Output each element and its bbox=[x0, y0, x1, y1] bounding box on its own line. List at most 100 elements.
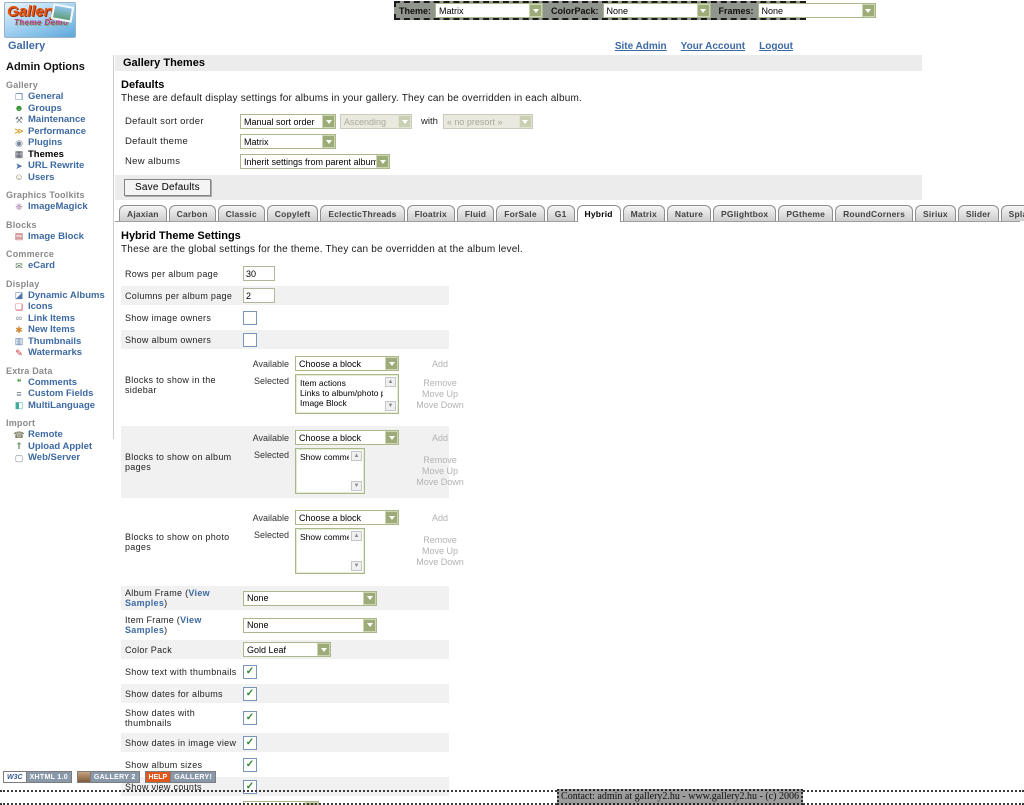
tab-slider[interactable]: Slider bbox=[958, 205, 999, 221]
show-album-owners-checkbox[interactable] bbox=[243, 333, 257, 347]
frames-select[interactable]: None bbox=[758, 3, 876, 18]
sidebar-item-url-rewrite[interactable]: ➤URL Rewrite bbox=[13, 160, 113, 172]
default-theme-select[interactable]: Matrix bbox=[240, 134, 336, 149]
sidebar-item-ecard[interactable]: ✉eCard bbox=[13, 260, 113, 272]
new-albums-select[interactable]: Inherit settings from parent album bbox=[240, 154, 390, 169]
nav-link-your-account[interactable]: Your Account bbox=[681, 41, 745, 52]
colorpack-select[interactable]: None bbox=[603, 3, 711, 18]
show-album-sizes-checkbox[interactable]: ✓ bbox=[243, 758, 257, 772]
sidebar-item-icons[interactable]: ❏Icons bbox=[13, 301, 113, 313]
sidebar-item-groups[interactable]: ☻Groups bbox=[13, 103, 113, 115]
sidebar-item-performance[interactable]: ≫Performance bbox=[13, 126, 113, 138]
sidebar-item-web-server[interactable]: ▢Web/Server bbox=[13, 452, 113, 464]
move-up-link[interactable]: Move Up bbox=[409, 389, 471, 399]
scroll-up-icon[interactable]: ▲ bbox=[351, 531, 362, 541]
sidebar-item-image-block[interactable]: ▤Image Block bbox=[13, 231, 113, 243]
move-down-link[interactable]: Move Down bbox=[409, 400, 471, 410]
sidebar-item-remote[interactable]: ☎Remote bbox=[13, 429, 113, 441]
sidebar-item-imagemagick[interactable]: ❈ImageMagick bbox=[13, 201, 113, 213]
sidebar-item-general[interactable]: ❐General bbox=[13, 91, 113, 103]
sidebar-item-dynamic-albums[interactable]: ◪Dynamic Albums bbox=[13, 290, 113, 302]
remove-link[interactable]: Remove bbox=[409, 455, 471, 465]
scroll-up-icon[interactable]: ▲ bbox=[385, 377, 396, 387]
show-dates-for-albums-checkbox[interactable]: ✓ bbox=[243, 687, 257, 701]
tab-hybrid[interactable]: Hybrid bbox=[577, 205, 621, 222]
item-frame-select[interactable]: None bbox=[243, 618, 377, 633]
tab-forsale[interactable]: ForSale bbox=[496, 205, 545, 221]
tab-ajaxian[interactable]: Ajaxian bbox=[119, 205, 167, 221]
remove-link[interactable]: Remove bbox=[409, 378, 471, 388]
gallery2-badge[interactable]: GALLERY 2 bbox=[77, 771, 140, 783]
tab-roundcorners[interactable]: RoundCorners bbox=[835, 205, 913, 221]
scroll-down-icon[interactable]: ▼ bbox=[385, 401, 396, 411]
list-item[interactable]: Show comments bbox=[300, 532, 349, 542]
tab-pglightbox[interactable]: PGlightbox bbox=[713, 205, 776, 221]
move-down-link[interactable]: Move Down bbox=[409, 557, 471, 567]
tab-pgtheme[interactable]: PGtheme bbox=[778, 205, 833, 221]
blocks-to-show-on-photo-pages-listbox[interactable]: Show comments▲ ▼ bbox=[295, 528, 365, 574]
add-link[interactable]: Add bbox=[409, 513, 471, 523]
show-dates-in-image-view-checkbox[interactable]: ✓ bbox=[243, 736, 257, 750]
tab-siriux[interactable]: Siriux bbox=[915, 205, 956, 221]
sidebar-item-upload-applet[interactable]: ⇑Upload Applet bbox=[13, 441, 113, 453]
columns-per-album-page-input[interactable] bbox=[243, 288, 275, 303]
tab-fluid[interactable]: Fluid bbox=[457, 205, 494, 221]
list-item[interactable]: Show comments bbox=[300, 452, 349, 462]
tab-splatbang[interactable]: Splatbang bbox=[1001, 205, 1024, 221]
tab-g1[interactable]: G1 bbox=[547, 205, 575, 221]
sort-direction-select[interactable]: Ascending bbox=[340, 114, 412, 129]
sidebar-item-new-items[interactable]: ✱New Items bbox=[13, 324, 113, 336]
breadcrumb-gallery[interactable]: Gallery bbox=[8, 40, 45, 52]
show-text-with-thumbnails-checkbox[interactable]: ✓ bbox=[243, 665, 257, 679]
sidebar-item-link-items[interactable]: ∞Link Items bbox=[13, 313, 113, 325]
add-link[interactable]: Add bbox=[409, 359, 471, 369]
tab-carbon[interactable]: Carbon bbox=[169, 205, 216, 221]
blocks-to-show-in-the-sidebar-listbox[interactable]: Item actionsLinks to album/photo peersIm… bbox=[295, 374, 399, 414]
list-item[interactable]: Item actions bbox=[300, 378, 383, 388]
help-gallery-badge[interactable]: HELPGALLERY! bbox=[145, 771, 217, 783]
scroll-down-icon[interactable]: ▼ bbox=[351, 481, 362, 491]
list-item[interactable]: Links to album/photo peers bbox=[300, 388, 383, 398]
presort-select[interactable]: « no presort » bbox=[443, 114, 533, 129]
sidebar-item-maintenance[interactable]: ⚒Maintenance bbox=[13, 114, 113, 126]
move-up-link[interactable]: Move Up bbox=[409, 466, 471, 476]
w3c-xhtml-badge[interactable]: W3CXHTML 1.0 bbox=[3, 771, 72, 783]
show-dates-with-thumbnails-checkbox[interactable]: ✓ bbox=[243, 711, 257, 725]
sidebar-item-plugins[interactable]: ◉Plugins bbox=[13, 137, 113, 149]
theme-select[interactable]: Matrix bbox=[435, 3, 543, 18]
tab-classic[interactable]: Classic bbox=[218, 205, 265, 221]
rows-per-album-page-input[interactable] bbox=[243, 266, 275, 281]
blocks-to-show-on-album-pages-listbox[interactable]: Show comments▲ ▼ bbox=[295, 448, 365, 494]
tab-floatrix[interactable]: Floatrix bbox=[407, 205, 455, 221]
color-pack-select[interactable]: Gold Leaf bbox=[243, 642, 331, 657]
nav-link-logout[interactable]: Logout bbox=[759, 41, 793, 52]
save-defaults-button[interactable]: Save Defaults bbox=[124, 179, 211, 196]
tab-nature[interactable]: Nature bbox=[667, 205, 711, 221]
show-image-owners-checkbox[interactable] bbox=[243, 311, 257, 325]
blocks-to-show-in-the-sidebar-available-select[interactable]: Choose a block bbox=[295, 356, 399, 371]
nav-link-site-admin[interactable]: Site Admin bbox=[615, 41, 667, 52]
sidebar-item-watermarks[interactable]: ✎Watermarks bbox=[13, 347, 113, 359]
tab-copyleft[interactable]: Copyleft bbox=[267, 205, 319, 221]
list-item[interactable]: Image Block bbox=[300, 398, 383, 408]
gallery-logo[interactable]: Gallery Theme Demo bbox=[4, 2, 76, 38]
sidebar-item-themes[interactable]: ▦Themes bbox=[13, 149, 113, 161]
blocks-to-show-on-album-pages-available-select[interactable]: Choose a block bbox=[295, 430, 399, 445]
scroll-down-icon[interactable]: ▼ bbox=[351, 561, 362, 571]
view-samples-link[interactable]: View Samples bbox=[125, 615, 202, 635]
move-down-link[interactable]: Move Down bbox=[409, 477, 471, 487]
sidebar-item-thumbnails[interactable]: ▥Thumbnails bbox=[13, 336, 113, 348]
album-frame-select[interactable]: None bbox=[243, 591, 377, 606]
tab-eclecticthreads[interactable]: EclecticThreads bbox=[320, 205, 404, 221]
tab-matrix[interactable]: Matrix bbox=[623, 205, 665, 221]
sidebar-item-multilanguage[interactable]: ◧MultiLanguage bbox=[13, 400, 113, 412]
add-link[interactable]: Add bbox=[409, 433, 471, 443]
sidebar-item-comments[interactable]: ❝Comments bbox=[13, 377, 113, 389]
move-up-link[interactable]: Move Up bbox=[409, 546, 471, 556]
remove-link[interactable]: Remove bbox=[409, 535, 471, 545]
blocks-to-show-on-photo-pages-available-select[interactable]: Choose a block bbox=[295, 510, 399, 525]
scroll-up-icon[interactable]: ▲ bbox=[351, 451, 362, 461]
sidebar-item-users[interactable]: ☺Users bbox=[13, 172, 113, 184]
view-samples-link[interactable]: View Samples bbox=[125, 588, 210, 608]
sidebar-item-custom-fields[interactable]: ≡Custom Fields bbox=[13, 388, 113, 400]
